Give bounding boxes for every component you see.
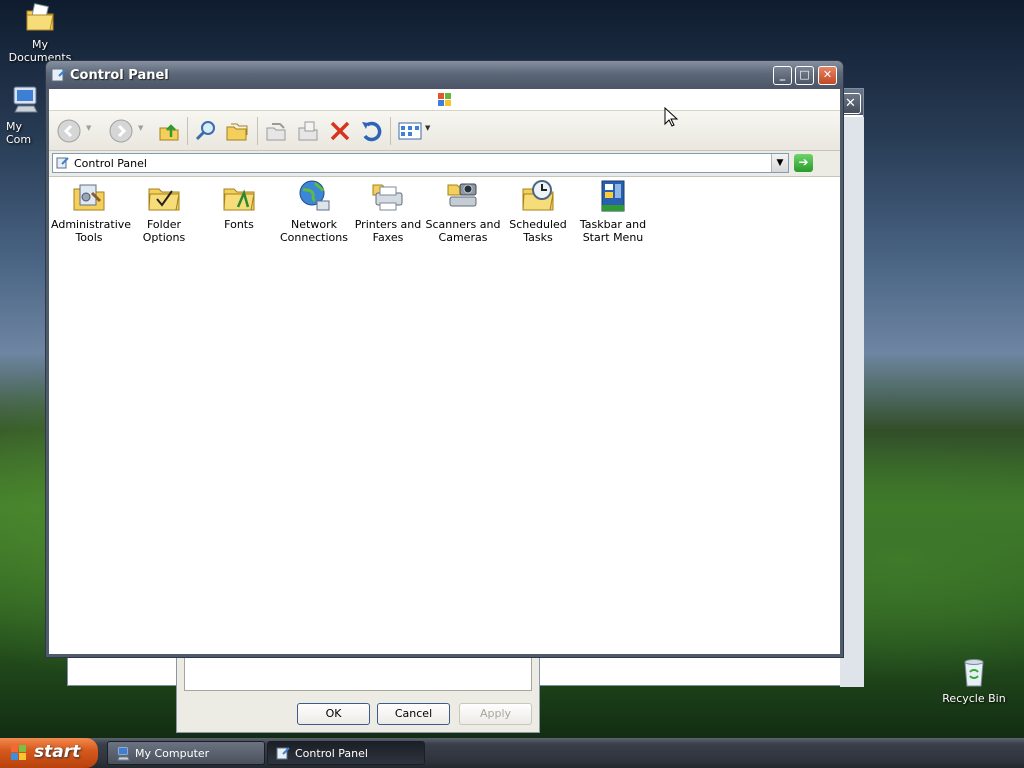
search-icon[interactable] xyxy=(194,119,218,143)
control-panel-icon xyxy=(276,746,291,761)
recycle-bin-icon xyxy=(958,656,990,688)
network-connections-icon xyxy=(297,179,331,213)
window-title: Control Panel xyxy=(70,68,169,83)
fonts-icon xyxy=(222,179,256,213)
item-label: Scanners and Cameras xyxy=(425,218,501,244)
item-scanners-and-cameras[interactable]: Scanners and Cameras xyxy=(425,179,501,244)
my-computer-icon xyxy=(116,746,131,761)
forward-icon[interactable] xyxy=(109,119,133,143)
my-documents-icon xyxy=(24,2,56,34)
windows-flag-icon xyxy=(10,744,28,762)
views-dropdown-icon[interactable]: ▼ xyxy=(425,124,430,132)
taskbar: start My Computer Control Panel xyxy=(0,738,1024,768)
item-administrative-tools[interactable]: Administrative Tools xyxy=(51,179,132,244)
menu-bar xyxy=(49,89,840,111)
views-icon[interactable] xyxy=(398,119,422,143)
toolbar-separator xyxy=(257,117,258,145)
item-label: Administrative Tools xyxy=(51,218,132,244)
maximize-button[interactable]: □ xyxy=(795,66,814,85)
start-button[interactable]: start xyxy=(0,738,98,768)
toolbar-separator xyxy=(187,117,188,145)
item-scheduled-tasks[interactable]: Scheduled Tasks xyxy=(500,179,576,244)
toolbar: ▼ ▼ ▼ xyxy=(49,111,840,151)
mouse-cursor-icon xyxy=(664,106,679,127)
desktop-icon-my-computer[interactable]: My Com xyxy=(0,84,48,146)
address-control-panel-icon xyxy=(56,156,70,170)
address-dropdown-button[interactable]: ▼ xyxy=(771,154,788,172)
desktop-icon-my-documents[interactable]: My Documents xyxy=(0,2,80,64)
close-button[interactable]: ✕ xyxy=(818,66,837,85)
control-panel-window-icon xyxy=(51,67,67,83)
scanners-cameras-icon xyxy=(446,179,480,213)
item-label: Folder Options xyxy=(142,218,186,244)
item-label: Scheduled Tasks xyxy=(509,218,567,244)
taskbar-button-control-panel[interactable]: Control Panel xyxy=(267,741,425,765)
control-panel-window[interactable]: Control Panel _ □ ✕ ▼ ▼ ▼ Control Panel … xyxy=(45,60,844,658)
folder-options-icon xyxy=(147,179,181,213)
item-fonts[interactable]: Fonts xyxy=(201,179,277,231)
item-label: Fonts xyxy=(224,218,254,231)
start-label: start xyxy=(34,742,81,762)
back-dropdown-icon[interactable]: ▼ xyxy=(86,124,91,132)
task-label: My Computer xyxy=(135,747,210,760)
forward-dropdown-icon[interactable]: ▼ xyxy=(138,124,143,132)
up-folder-icon[interactable] xyxy=(157,119,181,143)
desktop-icon-label: My Com xyxy=(6,120,32,146)
copy-to-icon[interactable] xyxy=(296,119,320,143)
item-label: Network Connections xyxy=(280,218,348,244)
taskbar-start-menu-icon xyxy=(596,179,630,213)
ok-button[interactable]: OK xyxy=(297,703,370,725)
item-label: Taskbar and Start Menu xyxy=(579,218,647,244)
printers-faxes-icon xyxy=(371,179,405,213)
undo-icon[interactable] xyxy=(359,119,383,143)
address-bar: Control Panel ▼ ➔ xyxy=(49,151,840,177)
task-label: Control Panel xyxy=(295,747,368,760)
toolbar-separator xyxy=(390,117,391,145)
desktop-icon-recycle-bin[interactable]: Recycle Bin xyxy=(934,656,1014,705)
folders-icon[interactable] xyxy=(225,119,249,143)
cancel-button[interactable]: Cancel xyxy=(377,703,450,725)
scheduled-tasks-icon xyxy=(521,179,555,213)
item-taskbar-and-start-menu[interactable]: Taskbar and Start Menu xyxy=(575,179,651,244)
address-value: Control Panel xyxy=(74,157,147,170)
delete-icon[interactable] xyxy=(328,119,352,143)
item-label: Printers and Faxes xyxy=(354,218,422,244)
my-computer-icon xyxy=(10,84,42,116)
taskbar-button-my-computer[interactable]: My Computer xyxy=(107,741,265,765)
windows-logo-icon xyxy=(436,91,454,109)
address-input[interactable]: Control Panel ▼ xyxy=(52,153,789,173)
item-network-connections[interactable]: Network Connections xyxy=(276,179,352,244)
item-printers-and-faxes[interactable]: Printers and Faxes xyxy=(350,179,426,244)
move-to-icon[interactable] xyxy=(264,119,288,143)
apply-button[interactable]: Apply xyxy=(459,703,532,725)
item-folder-options[interactable]: Folder Options xyxy=(126,179,202,244)
administrative-tools-icon xyxy=(72,179,106,213)
back-icon[interactable] xyxy=(57,119,81,143)
minimize-button[interactable]: _ xyxy=(773,66,792,85)
content-area: Administrative Tools Folder Options Font… xyxy=(49,177,840,654)
desktop-icon-label: Recycle Bin xyxy=(942,692,1006,705)
go-button[interactable]: ➔ xyxy=(794,154,813,172)
title-bar[interactable]: Control Panel _ □ ✕ xyxy=(46,61,843,89)
